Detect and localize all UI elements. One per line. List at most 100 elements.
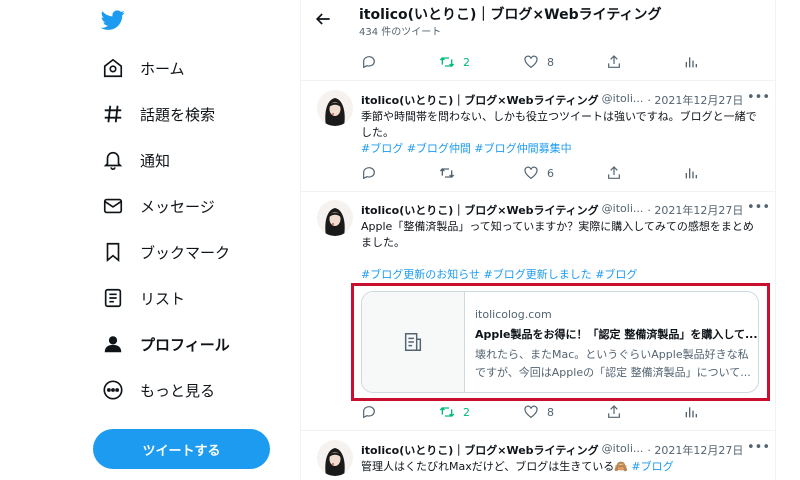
share-icon bbox=[608, 55, 620, 68]
sidebar-item-label: ブックマーク bbox=[140, 243, 231, 262]
analytics-button[interactable] bbox=[683, 54, 699, 70]
retweet-count: 2 bbox=[463, 405, 470, 419]
sidebar-item-label: ホーム bbox=[140, 59, 185, 78]
author-name[interactable]: itolico(いとりこ)｜ブログ×Webライティング bbox=[361, 92, 599, 108]
reply-icon bbox=[363, 406, 375, 419]
share-button[interactable] bbox=[606, 54, 622, 70]
tweet-header: itolico(いとりこ)｜ブログ×Webライティング @itoli... · … bbox=[361, 92, 743, 108]
tweet-actions: 2 8 bbox=[361, 54, 761, 74]
more-options-icon[interactable]: ••• bbox=[747, 200, 770, 215]
analytics-icon bbox=[685, 407, 697, 418]
retweet-button[interactable]: 2 bbox=[439, 404, 470, 420]
reply-icon bbox=[363, 167, 375, 180]
divider bbox=[301, 191, 775, 192]
mail-icon bbox=[100, 193, 126, 219]
sidebar-item-explore[interactable]: 話題を検索 bbox=[100, 94, 215, 134]
divider bbox=[301, 80, 775, 81]
sidebar-item-label: リスト bbox=[140, 289, 186, 308]
heart-icon bbox=[524, 166, 538, 180]
tweet-date[interactable]: · 2021年12月27日 bbox=[647, 202, 743, 218]
heart-icon bbox=[524, 55, 538, 69]
sidebar-item-label: もっと見る bbox=[140, 381, 216, 400]
share-icon bbox=[608, 405, 620, 418]
heart-icon bbox=[524, 405, 538, 419]
share-button[interactable] bbox=[606, 404, 622, 420]
person-icon bbox=[100, 331, 126, 357]
author-name[interactable]: itolico(いとりこ)｜ブログ×Webライティング bbox=[361, 202, 599, 218]
like-count: 6 bbox=[547, 166, 554, 180]
list-icon bbox=[100, 285, 126, 311]
like-count: 8 bbox=[547, 405, 554, 419]
share-icon bbox=[608, 166, 620, 179]
sidebar-item-label: 話題を検索 bbox=[140, 105, 216, 124]
tweet-body: Apple「整備済製品」って知っていますか？実際に購入してみての感想をまとめまし… bbox=[361, 220, 754, 249]
twitter-bird-icon[interactable] bbox=[100, 8, 128, 36]
analytics-icon bbox=[685, 168, 697, 179]
tweet-hashtags[interactable]: #ブログ #ブログ仲間 #ブログ仲間募集中 bbox=[361, 141, 761, 157]
author-name[interactable]: itolico(いとりこ)｜ブログ×Webライティング bbox=[361, 442, 599, 458]
home-icon bbox=[100, 55, 126, 81]
tweet-actions: 2 8 bbox=[361, 404, 761, 424]
reply-button[interactable] bbox=[361, 54, 377, 70]
avatar[interactable] bbox=[317, 440, 353, 476]
main-timeline: itolico(いとりこ)｜ブログ×Webライティング 434 件のツイート 2… bbox=[300, 0, 776, 480]
analytics-button[interactable] bbox=[683, 404, 699, 420]
profile-header: itolico(いとりこ)｜ブログ×Webライティング 434 件のツイート bbox=[301, 0, 775, 45]
tweet-header: itolico(いとりこ)｜ブログ×Webライティング @itoli... · … bbox=[361, 202, 743, 218]
sidebar-item-label: プロフィール bbox=[140, 335, 230, 354]
analytics-button[interactable] bbox=[683, 165, 699, 181]
tweet-text: Apple「整備済製品」って知っていますか？実際に購入してみての感想をまとめまし… bbox=[361, 219, 761, 283]
retweet-icon bbox=[439, 168, 455, 178]
page-title: itolico(いとりこ)｜ブログ×Webライティング bbox=[359, 7, 662, 23]
highlight-box bbox=[351, 283, 770, 401]
tweet-hashtags[interactable]: #ブログ bbox=[631, 460, 673, 473]
author-handle[interactable]: @itoli... bbox=[602, 442, 644, 458]
more-circle-icon bbox=[100, 377, 126, 403]
retweet-icon bbox=[439, 57, 455, 67]
reply-icon bbox=[363, 56, 375, 69]
tweet-actions: 6 bbox=[361, 165, 761, 185]
retweet-icon bbox=[439, 407, 455, 417]
bookmark-icon bbox=[100, 239, 126, 265]
tweet-body: 季節や時間帯を問わない、しかも役立つツイートは強いですね。ブログと一緒でした。 bbox=[361, 110, 757, 139]
sidebar-item-profile[interactable]: プロフィール bbox=[100, 324, 230, 364]
sidebar-item-lists[interactable]: リスト bbox=[100, 278, 185, 318]
sidebar-item-home[interactable]: ホーム bbox=[100, 48, 185, 88]
author-handle[interactable]: @itoli... bbox=[602, 202, 644, 218]
tweet-hashtags[interactable]: #ブログ更新のお知らせ #ブログ更新しました #ブログ bbox=[361, 267, 761, 283]
back-arrow-icon[interactable] bbox=[313, 9, 335, 31]
tweet-count: 434 件のツイート bbox=[359, 27, 442, 38]
tweet-text: 季節や時間帯を問わない、しかも役立つツイートは強いですね。ブログと一緒でした。 … bbox=[361, 109, 761, 157]
sidebar-item-messages[interactable]: メッセージ bbox=[100, 186, 215, 226]
divider bbox=[301, 430, 775, 431]
retweet-button[interactable]: 2 bbox=[439, 54, 470, 70]
retweet-button[interactable] bbox=[439, 165, 455, 181]
like-button[interactable]: 8 bbox=[523, 404, 554, 420]
sidebar-item-bookmarks[interactable]: ブックマーク bbox=[100, 232, 230, 272]
retweet-count: 2 bbox=[463, 55, 470, 69]
sidebar-item-notifications[interactable]: 通知 bbox=[100, 140, 170, 180]
like-count: 8 bbox=[547, 55, 554, 69]
tweet-text: 管理人はくたびれMaxだけど、ブログは生きている🙈 #ブログ bbox=[361, 459, 761, 475]
avatar[interactable] bbox=[317, 90, 353, 126]
more-options-icon[interactable]: ••• bbox=[747, 90, 770, 105]
tweet-date[interactable]: · 2021年12月27日 bbox=[647, 442, 743, 458]
hashtag-icon bbox=[100, 101, 126, 127]
analytics-icon bbox=[685, 57, 697, 68]
tweet-date[interactable]: · 2021年12月27日 bbox=[647, 92, 743, 108]
reply-button[interactable] bbox=[361, 165, 377, 181]
author-handle[interactable]: @itoli... bbox=[602, 92, 644, 108]
tweet-button[interactable]: ツイートする bbox=[93, 429, 270, 469]
share-button[interactable] bbox=[606, 165, 622, 181]
reply-button[interactable] bbox=[361, 404, 377, 420]
like-button[interactable]: 8 bbox=[523, 54, 554, 70]
sidebar: ホーム 話題を検索 通知 メッセージ ブックマーク リスト プロフィール もっと… bbox=[0, 0, 300, 480]
sidebar-item-label: メッセージ bbox=[140, 197, 215, 216]
more-options-icon[interactable]: ••• bbox=[747, 440, 770, 455]
bell-icon bbox=[100, 147, 126, 173]
like-button[interactable]: 6 bbox=[523, 165, 554, 181]
avatar[interactable] bbox=[317, 200, 353, 236]
tweet-header: itolico(いとりこ)｜ブログ×Webライティング @itoli... · … bbox=[361, 442, 743, 458]
sidebar-item-label: 通知 bbox=[140, 151, 171, 170]
sidebar-item-more[interactable]: もっと見る bbox=[100, 370, 215, 410]
